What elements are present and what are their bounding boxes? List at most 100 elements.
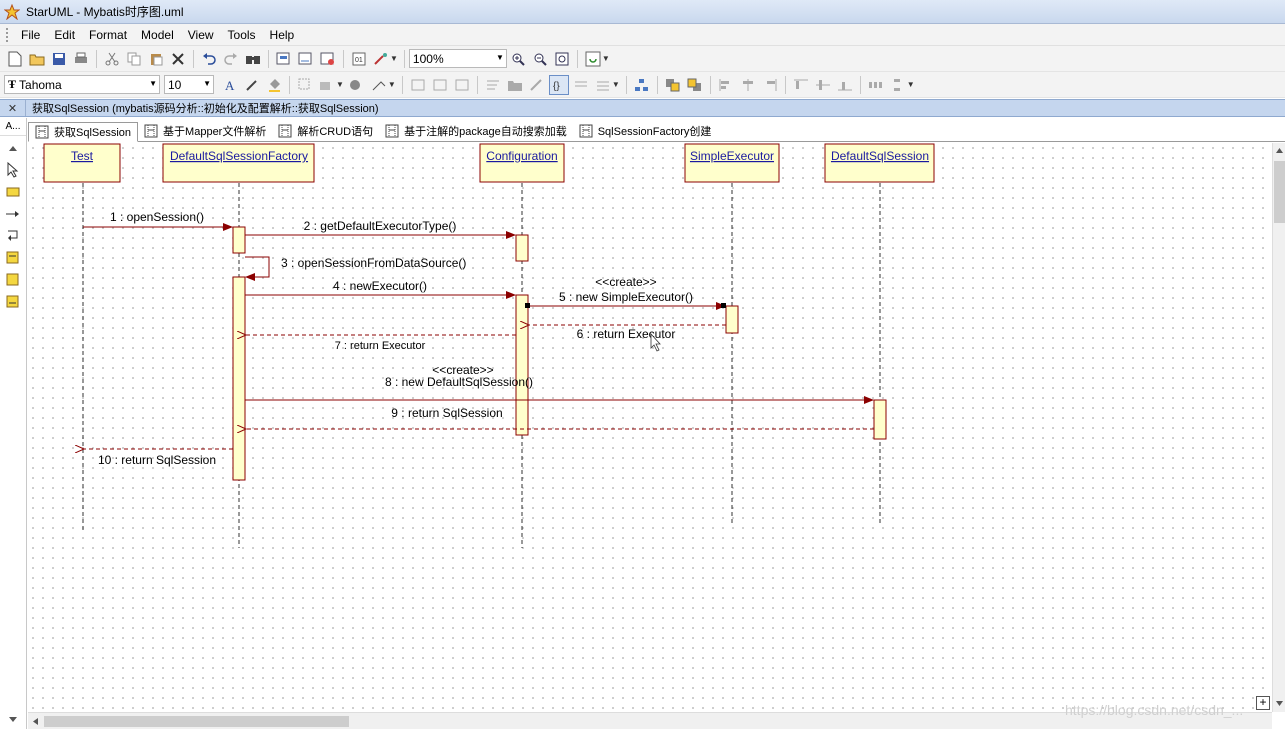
tab-crud-parse[interactable]: 解析CRUD语句 bbox=[272, 121, 379, 141]
message-9[interactable]: 9 : return SqlSession bbox=[246, 406, 874, 429]
align-top-edge-icon[interactable] bbox=[791, 75, 811, 95]
tab-factory-create[interactable]: SqlSessionFactory创建 bbox=[573, 121, 718, 141]
wrap-text-icon[interactable] bbox=[483, 75, 503, 95]
send-to-back-icon[interactable] bbox=[685, 75, 705, 95]
selection-handle[interactable] bbox=[525, 303, 530, 308]
line-color-icon[interactable] bbox=[242, 75, 262, 95]
dropdown-arrow-icon[interactable]: ▼ bbox=[336, 80, 344, 89]
save-icon[interactable] bbox=[49, 49, 69, 69]
suppress-operations-icon[interactable] bbox=[593, 75, 613, 95]
cut-icon[interactable] bbox=[102, 49, 122, 69]
vertical-scrollbar[interactable] bbox=[1272, 143, 1285, 712]
fill-color-icon[interactable] bbox=[264, 75, 284, 95]
dropdown-arrow-icon[interactable]: ▼ bbox=[602, 54, 610, 63]
dropdown-arrow-icon[interactable]: ▼ bbox=[907, 80, 915, 89]
message-1[interactable]: 1 : openSession() bbox=[83, 210, 233, 231]
palette-scroll-up-icon[interactable] bbox=[2, 138, 24, 158]
vertical-scroll-thumb[interactable] bbox=[1274, 161, 1285, 223]
activation-bar[interactable] bbox=[515, 234, 529, 262]
line-style-icon[interactable] bbox=[369, 75, 389, 95]
lifeline-default-sqlsession[interactable]: DefaultSqlSession bbox=[824, 143, 935, 183]
distribute-horizontal-icon[interactable] bbox=[866, 75, 886, 95]
align-bottom-edge-icon[interactable] bbox=[835, 75, 855, 95]
align-shape-icon[interactable] bbox=[317, 75, 337, 95]
delete-icon[interactable] bbox=[168, 49, 188, 69]
font-family-select[interactable]: Ŧ Tahoma ▼ bbox=[4, 75, 160, 94]
activation-bar[interactable] bbox=[725, 305, 739, 334]
menu-file[interactable]: File bbox=[14, 25, 47, 45]
dropdown-arrow-icon[interactable]: ▼ bbox=[612, 80, 620, 89]
menu-view[interactable]: View bbox=[181, 25, 221, 45]
copy-icon[interactable] bbox=[124, 49, 144, 69]
fit-to-window-icon[interactable] bbox=[552, 49, 572, 69]
message-5[interactable]: <<create>> 5 : new SimpleExecutor() bbox=[525, 275, 726, 310]
scroll-left-icon[interactable] bbox=[32, 717, 39, 726]
message-4[interactable]: 4 : newExecutor() bbox=[245, 279, 516, 299]
diagram-properties-icon[interactable] bbox=[318, 49, 338, 69]
tab-mapper-parse[interactable]: 基于Mapper文件解析 bbox=[138, 121, 272, 141]
select-pointer-icon[interactable] bbox=[2, 160, 24, 180]
diagram-canvas[interactable]: Test DefaultSqlSessionFactory Configurat… bbox=[28, 143, 1272, 712]
message-7[interactable]: 7 : return Executor bbox=[246, 335, 516, 352]
redo-icon[interactable] bbox=[221, 49, 241, 69]
menu-model[interactable]: Model bbox=[134, 25, 181, 45]
tools-icon[interactable] bbox=[371, 49, 391, 69]
message-6[interactable]: 6 : return Executor bbox=[529, 325, 726, 341]
font-size-select[interactable]: 10 ▼ bbox=[164, 75, 214, 94]
align-center-icon[interactable] bbox=[738, 75, 758, 95]
menu-tools[interactable]: Tools bbox=[221, 25, 263, 45]
activation-bar[interactable] bbox=[515, 294, 529, 436]
align-v-center-icon[interactable] bbox=[813, 75, 833, 95]
dropdown-arrow-icon[interactable]: ▼ bbox=[390, 54, 398, 63]
stimulus-tool-icon[interactable] bbox=[2, 204, 24, 224]
palette-header[interactable]: A... bbox=[0, 118, 26, 136]
lifeline-simple-executor[interactable]: SimpleExecutor bbox=[684, 143, 780, 183]
message-10[interactable]: 10 : return SqlSession bbox=[84, 449, 233, 467]
diagram-icon[interactable] bbox=[296, 49, 316, 69]
align-top-icon[interactable] bbox=[408, 75, 428, 95]
font-color-icon[interactable]: A bbox=[220, 75, 240, 95]
menu-help[interactable]: Help bbox=[263, 25, 302, 45]
shape-style-icon[interactable] bbox=[347, 75, 367, 95]
align-middle-icon[interactable] bbox=[430, 75, 450, 95]
undo-icon[interactable] bbox=[199, 49, 219, 69]
lifeline-configuration[interactable]: Configuration bbox=[479, 143, 565, 183]
suppress-attributes-icon[interactable] bbox=[571, 75, 591, 95]
generate-code-icon[interactable]: 01 bbox=[349, 49, 369, 69]
find-icon[interactable] bbox=[243, 49, 263, 69]
activation-bar[interactable] bbox=[873, 399, 887, 440]
layout-icon[interactable] bbox=[632, 75, 652, 95]
close-icon[interactable]: ✕ bbox=[0, 100, 26, 116]
distribute-vertical-icon[interactable] bbox=[888, 75, 908, 95]
tab-annotation-package[interactable]: 基于注解的package自动搜索加载 bbox=[379, 121, 573, 141]
lifeline-test[interactable]: Test bbox=[43, 143, 121, 183]
tab-get-sqlsession[interactable]: 获取SqlSession bbox=[28, 122, 139, 142]
paste-icon[interactable] bbox=[146, 49, 166, 69]
dropdown-arrow-icon[interactable]: ▼ bbox=[388, 80, 396, 89]
message-2[interactable]: 2 : getDefaultExecutorType() bbox=[245, 219, 516, 239]
align-bottom-icon[interactable] bbox=[452, 75, 472, 95]
folder-icon[interactable] bbox=[505, 75, 525, 95]
refresh-icon[interactable] bbox=[583, 49, 603, 69]
note-tool-icon[interactable] bbox=[2, 248, 24, 268]
menu-format[interactable]: Format bbox=[82, 25, 134, 45]
print-icon[interactable] bbox=[71, 49, 91, 69]
horizontal-scroll-thumb[interactable] bbox=[44, 716, 349, 727]
zoom-in-icon[interactable] bbox=[508, 49, 528, 69]
zoom-select[interactable]: 100% ▼ bbox=[408, 49, 507, 68]
selection-handle[interactable] bbox=[721, 303, 726, 308]
scroll-up-icon[interactable] bbox=[1275, 147, 1284, 154]
message-3[interactable]: 3 : openSessionFromDataSource() bbox=[245, 256, 466, 281]
lifeline-default-sqlsession-factory[interactable]: DefaultSqlSessionFactory bbox=[162, 143, 315, 183]
zoom-out-icon[interactable] bbox=[530, 49, 550, 69]
open-folder-icon[interactable] bbox=[27, 49, 47, 69]
self-stimulus-tool-icon[interactable] bbox=[2, 226, 24, 246]
message-8[interactable]: <<create>> 8 : new DefaultSqlSession() bbox=[245, 363, 874, 404]
activation-bar[interactable] bbox=[232, 226, 246, 254]
menu-edit[interactable]: Edit bbox=[47, 25, 82, 45]
note-link-tool-icon[interactable] bbox=[2, 292, 24, 312]
bring-to-front-icon[interactable] bbox=[663, 75, 683, 95]
align-left-icon[interactable] bbox=[716, 75, 736, 95]
add-diagram-icon[interactable] bbox=[274, 49, 294, 69]
scroll-down-icon[interactable] bbox=[1275, 700, 1284, 707]
